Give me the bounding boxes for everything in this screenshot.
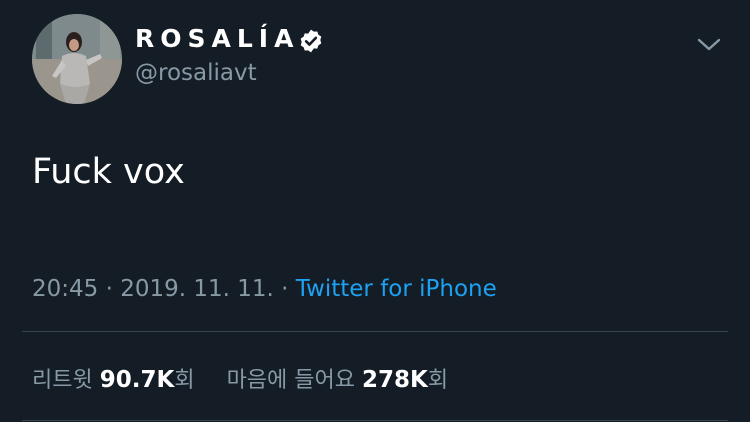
tweet-time: 20:45 <box>32 276 99 302</box>
tweet-date: 2019. 11. 11. <box>120 276 274 302</box>
meta-separator: · <box>281 276 289 302</box>
likes-count: 278K <box>362 367 428 393</box>
avatar[interactable] <box>32 14 122 104</box>
likes-label: 마음에 들어요 <box>226 368 355 393</box>
tweet-stats: 리트윗 90.7K회 마음에 들어요 278K회 <box>32 362 448 394</box>
meta-separator: · <box>105 276 113 302</box>
divider <box>22 420 728 421</box>
retweets-suffix: 회 <box>174 368 195 393</box>
user-handle[interactable]: @rosaliavt <box>135 60 257 86</box>
likes-suffix: 회 <box>427 368 449 393</box>
divider <box>22 331 728 332</box>
chevron-down-icon[interactable] <box>696 34 722 54</box>
tweet-source-link[interactable]: Twitter for iPhone <box>296 276 497 302</box>
tweet-text: Fuck vox <box>32 152 185 192</box>
retweets-stat[interactable]: 리트윗 90.7K회 <box>32 367 202 393</box>
retweets-label: 리트윗 <box>32 368 93 393</box>
verified-badge-icon <box>300 29 322 53</box>
likes-stat[interactable]: 마음에 들어요 278K회 <box>226 367 449 393</box>
avatar-photo <box>32 14 122 104</box>
display-name[interactable]: ROSALÍA <box>135 24 299 53</box>
retweets-count: 90.7K <box>99 367 175 393</box>
tweet-meta: 20:45 · 2019. 11. 11. · Twitter for iPho… <box>32 276 497 302</box>
